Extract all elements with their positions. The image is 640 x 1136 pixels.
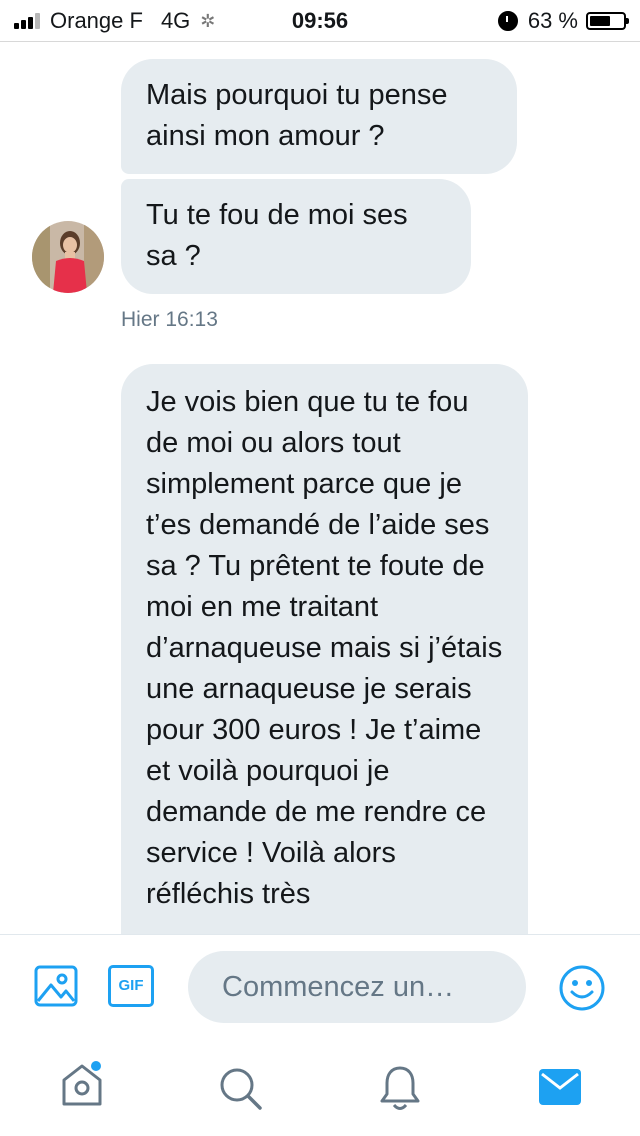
battery-percent: 63 % — [527, 8, 578, 33]
notifications-icon[interactable] — [378, 1064, 422, 1117]
status-right: 63 % — [497, 8, 629, 34]
status-bar: Orange F 4G ✲ 09:56 63 % — [0, 0, 640, 42]
message-bubble: Mais pourquoi tu pense ainsi mon amour ? — [121, 59, 517, 174]
search-icon[interactable] — [216, 1064, 264, 1117]
message-timestamp: Hier 16:13 — [121, 308, 218, 331]
tab-bar — [0, 1034, 640, 1136]
emoji-icon[interactable] — [558, 964, 606, 1017]
avatar[interactable] — [32, 221, 104, 293]
gif-button[interactable]: GIF — [108, 965, 154, 1007]
message-input[interactable] — [188, 951, 526, 1023]
alarm-icon — [497, 11, 518, 31]
message-composer: GIF — [0, 934, 640, 1035]
image-icon[interactable] — [34, 965, 78, 1012]
message-bubble: Je vois bien que tu te fou de moi ou alo… — [121, 364, 528, 964]
messages-icon[interactable] — [538, 1068, 582, 1111]
message-bubble: Tu te fou de moi ses sa ? — [121, 179, 471, 294]
battery-icon — [586, 12, 629, 30]
home-icon[interactable] — [58, 1060, 106, 1115]
status-divider — [0, 41, 640, 42]
